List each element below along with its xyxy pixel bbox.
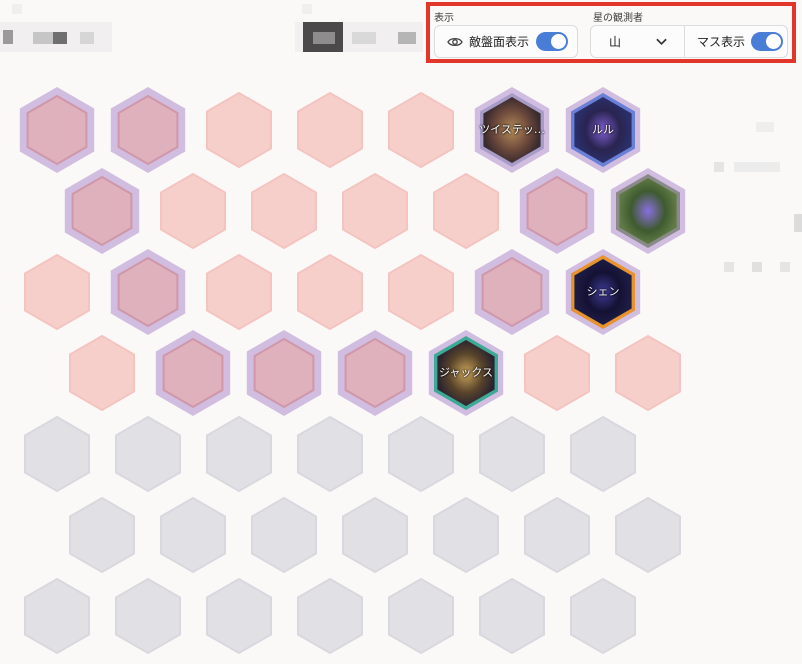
star-observer-group-label: 星の観測者 bbox=[593, 13, 643, 24]
selected-hex-cell[interactable] bbox=[149, 329, 237, 417]
selected-hex-cell[interactable] bbox=[240, 329, 328, 417]
champion-unit-hex[interactable]: ルル bbox=[559, 86, 647, 174]
enemy-hex-cell[interactable] bbox=[377, 410, 465, 498]
champion-unit-hex[interactable]: ツイステッ… bbox=[468, 86, 556, 174]
enemy-hex-cell[interactable] bbox=[58, 491, 146, 579]
enemy-hex-cell[interactable] bbox=[195, 572, 283, 660]
champion-name-label: シェン bbox=[586, 285, 620, 298]
champion-unit-hex[interactable]: ジャックス bbox=[422, 329, 510, 417]
ally-hex-cell[interactable] bbox=[513, 329, 601, 417]
selected-hex-cell[interactable] bbox=[104, 86, 192, 174]
ally-hex-cell[interactable] bbox=[422, 167, 510, 255]
enemy-board-toggle[interactable]: 敵盤面表示 bbox=[434, 25, 578, 58]
selected-hex-cell[interactable] bbox=[58, 167, 146, 255]
ally-hex-cell[interactable] bbox=[240, 167, 328, 255]
blurred-pixel bbox=[780, 262, 790, 272]
star-observer-select[interactable]: 山 マス表示 bbox=[590, 25, 788, 58]
blurred-pixel bbox=[3, 30, 13, 44]
blurred-pixel bbox=[724, 262, 734, 272]
selected-hex-cell[interactable] bbox=[331, 329, 419, 417]
enemy-hex-cell[interactable] bbox=[286, 572, 374, 660]
blurred-pixel bbox=[398, 32, 416, 44]
enemy-hex-cell[interactable] bbox=[104, 572, 192, 660]
enemy-hex-cell[interactable] bbox=[331, 491, 419, 579]
blurred-pixel bbox=[352, 32, 376, 44]
champion-name-label: ツイステッ… bbox=[479, 123, 545, 136]
enemy-board-label: 敵盤面表示 bbox=[469, 35, 530, 49]
ally-hex-cell[interactable] bbox=[13, 248, 101, 336]
enemy-hex-cell[interactable] bbox=[468, 410, 556, 498]
enemy-hex-cell[interactable] bbox=[422, 491, 510, 579]
enemy-hex-cell[interactable] bbox=[513, 491, 601, 579]
enemy-hex-cell[interactable] bbox=[240, 491, 328, 579]
enemy-hex-cell[interactable] bbox=[286, 410, 374, 498]
ally-hex-cell[interactable] bbox=[286, 86, 374, 174]
grid-display-switch[interactable] bbox=[751, 32, 784, 51]
enemy-hex-cell[interactable] bbox=[104, 410, 192, 498]
blurred-pixel bbox=[734, 162, 780, 172]
ally-hex-cell[interactable] bbox=[377, 248, 465, 336]
blurred-pixel bbox=[756, 122, 774, 132]
selected-hex-cell[interactable] bbox=[513, 167, 601, 255]
ally-hex-cell[interactable] bbox=[195, 86, 283, 174]
champion-name-label: ジャックス bbox=[438, 366, 494, 379]
display-group-label: 表示 bbox=[434, 13, 454, 24]
blurred-pixel bbox=[794, 214, 802, 232]
blurred-pixel bbox=[302, 4, 312, 14]
blurred-pixel bbox=[714, 162, 724, 172]
enemy-hex-cell[interactable] bbox=[468, 572, 556, 660]
star-observer-value: 山 bbox=[609, 35, 622, 49]
enemy-hex-cell[interactable] bbox=[149, 491, 237, 579]
blurred-pixel bbox=[313, 32, 335, 44]
blurred-pixel bbox=[12, 4, 22, 14]
eye-icon bbox=[447, 37, 463, 46]
display-settings-panel: 表示 星の観測者 敵盤面表示 山 マス表示 bbox=[426, 2, 796, 63]
ally-hex-cell[interactable] bbox=[331, 167, 419, 255]
ally-hex-cell[interactable] bbox=[58, 329, 146, 417]
ally-hex-cell[interactable] bbox=[149, 167, 237, 255]
enemy-board-switch[interactable] bbox=[536, 32, 569, 51]
select-divider bbox=[684, 26, 686, 57]
enemy-hex-cell[interactable] bbox=[604, 491, 692, 579]
selected-hex-cell[interactable] bbox=[468, 248, 556, 336]
enemy-hex-cell[interactable] bbox=[195, 410, 283, 498]
selected-hex-cell[interactable] bbox=[13, 86, 101, 174]
selected-hex-cell[interactable] bbox=[104, 248, 192, 336]
enemy-hex-cell[interactable] bbox=[559, 572, 647, 660]
blurred-pixel bbox=[752, 262, 762, 272]
ally-hex-cell[interactable] bbox=[195, 248, 283, 336]
champion-name-label: ルル bbox=[592, 123, 614, 136]
champion-unit-hex[interactable]: シェン bbox=[559, 248, 647, 336]
enemy-hex-cell[interactable] bbox=[13, 572, 101, 660]
blurred-pixel bbox=[80, 32, 94, 44]
enemy-hex-cell[interactable] bbox=[559, 410, 647, 498]
champion-unit-hex[interactable] bbox=[604, 167, 692, 255]
enemy-hex-cell[interactable] bbox=[13, 410, 101, 498]
blurred-pixel bbox=[53, 32, 67, 44]
chevron-down-icon bbox=[656, 38, 667, 45]
ally-hex-cell[interactable] bbox=[604, 329, 692, 417]
ally-hex-cell[interactable] bbox=[286, 248, 374, 336]
enemy-hex-cell[interactable] bbox=[377, 572, 465, 660]
ally-hex-cell[interactable] bbox=[377, 86, 465, 174]
grid-display-label: マス表示 bbox=[697, 35, 746, 49]
